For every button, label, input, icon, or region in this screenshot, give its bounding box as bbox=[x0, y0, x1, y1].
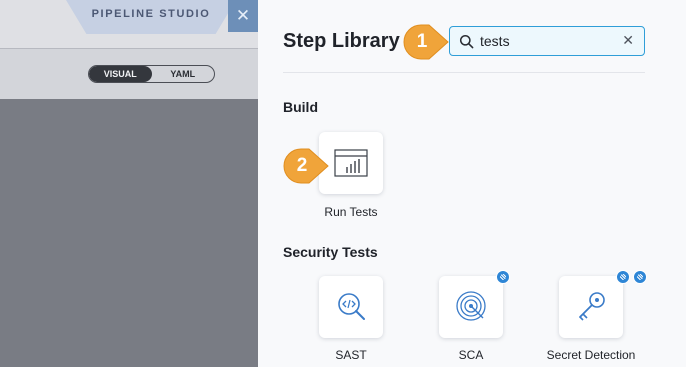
step-card-sast[interactable] bbox=[319, 276, 383, 338]
pipeline-studio-tab[interactable]: PIPELINE STUDIO bbox=[66, 0, 236, 34]
clear-icon[interactable]: ✕ bbox=[622, 32, 634, 49]
divider bbox=[283, 72, 645, 73]
close-icon: ✕ bbox=[235, 6, 251, 25]
view-toggle[interactable]: VISUAL YAML bbox=[88, 65, 215, 83]
sast-icon bbox=[338, 293, 365, 320]
badge-icon bbox=[633, 270, 647, 284]
callout-2: 2 bbox=[283, 148, 329, 184]
background-canvas bbox=[0, 99, 258, 367]
search-input[interactable] bbox=[480, 32, 610, 50]
badge-icon bbox=[616, 270, 630, 284]
drawer-title: Step Library bbox=[283, 30, 400, 52]
search-icon bbox=[459, 34, 474, 49]
section-title-security-tests: Security Tests bbox=[283, 244, 378, 260]
section-title-build: Build bbox=[283, 99, 318, 115]
step-card-sca[interactable] bbox=[439, 276, 503, 338]
visual-toggle-option[interactable]: VISUAL bbox=[89, 66, 152, 82]
callout-number: 2 bbox=[296, 155, 308, 176]
badge-icon bbox=[496, 270, 510, 284]
close-drawer-button[interactable]: ✕ bbox=[228, 0, 258, 32]
pipeline-studio-label: PIPELINE STUDIO bbox=[91, 8, 211, 20]
step-label-sast: SAST bbox=[335, 348, 367, 362]
callout-number: 1 bbox=[416, 31, 428, 52]
step-label-secret-detection: Secret Detection bbox=[546, 348, 636, 362]
sca-icon bbox=[456, 291, 486, 321]
step-label-sca: SCA bbox=[458, 348, 484, 362]
step-card-secret-detection[interactable] bbox=[559, 276, 623, 338]
step-label-run-tests: Run Tests bbox=[324, 205, 378, 219]
callout-1: 1 bbox=[403, 24, 449, 60]
yaml-toggle-option[interactable]: YAML bbox=[152, 66, 215, 82]
secret-detection-icon bbox=[579, 292, 605, 321]
search-box[interactable]: ✕ bbox=[449, 26, 645, 56]
